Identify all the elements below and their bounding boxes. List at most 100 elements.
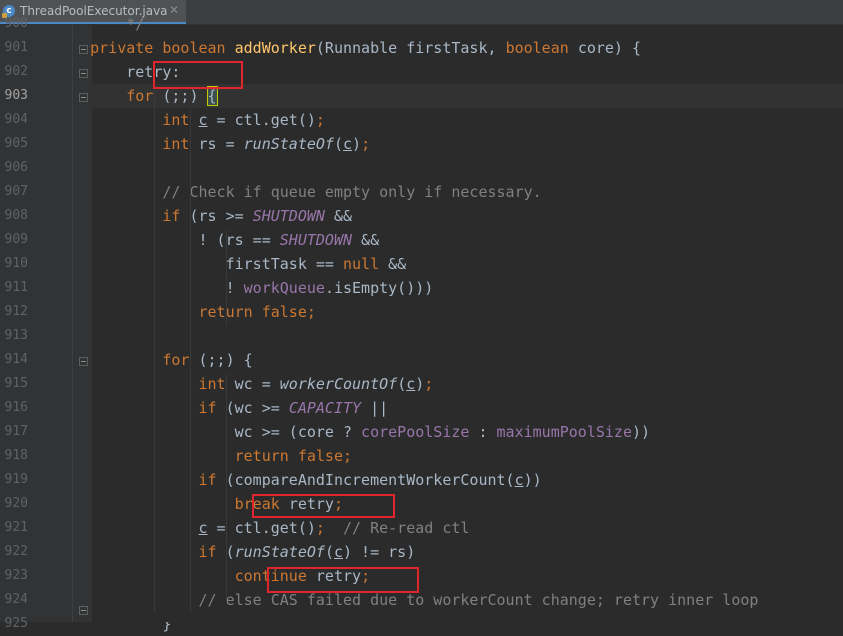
code-token: CAPACITY (288, 399, 362, 417)
code-token: int (162, 135, 199, 153)
code-line[interactable]: 915 int wc = workerCountOf(c); (0, 372, 843, 396)
code-line[interactable]: 903 for (;;) { (0, 84, 843, 108)
code-token: ) != rs) (343, 543, 416, 561)
line-number: 902 (4, 64, 28, 79)
code-line[interactable]: 910 firstTask == null && (0, 252, 843, 276)
fold-toggle[interactable] (79, 93, 88, 102)
code-line[interactable]: 921 c = ctl.get(); // Re-read ctl (0, 516, 843, 540)
code-line[interactable]: 904 int c = ctl.get(); (0, 108, 843, 132)
line-number: 918 (4, 448, 28, 463)
highlight-retry-label (153, 61, 243, 89)
code-token: workerCountOf (279, 375, 398, 393)
code-text: wc >= (core ? corePoolSize : maximumPool… (54, 420, 650, 444)
code-token: corePoolSize (361, 423, 470, 441)
fold-toggle[interactable] (79, 69, 88, 78)
line-number: 910 (4, 256, 28, 271)
line-number: 920 (4, 496, 28, 511)
code-token: && (388, 255, 407, 273)
code-token: )) (523, 471, 542, 489)
code-line[interactable]: 909 ! (rs == SHUTDOWN && (0, 228, 843, 252)
code-line[interactable]: 902 retry: (0, 60, 843, 84)
code-line[interactable]: 922 if (runStateOf(c) != rs) (0, 540, 843, 564)
code-token: wc = (234, 375, 280, 393)
line-number: 922 (4, 544, 28, 559)
code-token: ( (333, 135, 343, 153)
code-line[interactable]: 901 private boolean addWorker(Runnable f… (0, 36, 843, 60)
code-line[interactable]: 924 // else CAS failed due to workerCoun… (0, 588, 843, 612)
code-token: ) (352, 135, 362, 153)
code-text: if (runStateOf(c) != rs) (54, 540, 416, 564)
code-token: core) { (577, 39, 642, 57)
code-token: c (333, 543, 343, 561)
line-number: 908 (4, 208, 28, 223)
fold-toggle[interactable] (79, 357, 88, 366)
line-number: 924 (4, 592, 28, 607)
fold-toggle[interactable] (79, 606, 88, 615)
code-token: int (162, 111, 199, 129)
line-number: 917 (4, 424, 28, 439)
code-token: c (514, 471, 524, 489)
code-line[interactable]: 906 (0, 156, 843, 180)
code-line[interactable]: 920 break retry; (0, 492, 843, 516)
code-token: c (198, 111, 208, 129)
code-token: if (198, 543, 226, 561)
code-text: int rs = runStateOf(c); (54, 132, 370, 156)
line-number: 916 (4, 400, 28, 415)
code-line[interactable]: 911 ! workQueue.isEmpty())) (0, 276, 843, 300)
code-token: firstTask == (54, 255, 343, 273)
code-token: // Re-read ctl (343, 519, 470, 537)
code-line[interactable]: 917 wc >= (core ? corePoolSize : maximum… (0, 420, 843, 444)
code-token: boolean (162, 39, 235, 57)
code-token: ; (343, 447, 353, 465)
fold-toggle[interactable] (79, 45, 88, 54)
line-number: 907 (4, 184, 28, 199)
code-token: : (469, 423, 497, 441)
code-token: SHUTDOWN (279, 231, 353, 249)
code-token: ; (306, 303, 316, 321)
code-text: if (compareAndIncrementWorkerCount(c)) (54, 468, 542, 492)
code-token: (rs >= (189, 207, 253, 225)
line-number: 905 (4, 136, 28, 151)
highlight-continue-retry (267, 567, 419, 593)
code-token: int (198, 375, 235, 393)
line-number: 906 (4, 160, 28, 175)
line-number: 912 (4, 304, 28, 319)
code-line[interactable]: 918 return false; (0, 444, 843, 468)
code-line[interactable]: 905 int rs = runStateOf(c); (0, 132, 843, 156)
code-line[interactable]: 919 if (compareAndIncrementWorkerCount(c… (0, 468, 843, 492)
horizontal-scrollbar[interactable] (92, 616, 843, 622)
code-token: && (324, 207, 353, 225)
line-number: 911 (4, 280, 28, 295)
code-line[interactable]: 916 if (wc >= CAPACITY || (0, 396, 843, 420)
code-token: runStateOf (234, 543, 325, 561)
code-token: if (198, 471, 226, 489)
code-line[interactable]: 912 return false; (0, 300, 843, 324)
line-number: 923 (4, 568, 28, 583)
code-text: // Check if queue empty only if necessar… (54, 180, 541, 204)
code-text: return false; (54, 444, 352, 468)
code-line[interactable]: 913 (0, 324, 843, 348)
code-line[interactable]: 908 if (rs >= SHUTDOWN && (0, 204, 843, 228)
code-line[interactable]: 900 */ (0, 12, 843, 36)
code-text: ! workQueue.isEmpty())) (54, 276, 434, 300)
code-line[interactable]: 914 for (;;) { (0, 348, 843, 372)
code-token: ) (415, 375, 425, 393)
code-token: ; (424, 375, 434, 393)
line-number: 914 (4, 352, 28, 367)
code-token: ; (315, 111, 325, 129)
code-line[interactable]: 923 continue retry; (0, 564, 843, 588)
code-text: c = ctl.get(); // Re-read ctl (54, 516, 470, 540)
line-number: 921 (4, 520, 28, 535)
line-number: 900 (4, 16, 28, 31)
code-token: null (342, 255, 389, 273)
code-text: firstTask == null && (54, 252, 407, 276)
code-line[interactable]: 907 // Check if queue empty only if nece… (0, 180, 843, 204)
